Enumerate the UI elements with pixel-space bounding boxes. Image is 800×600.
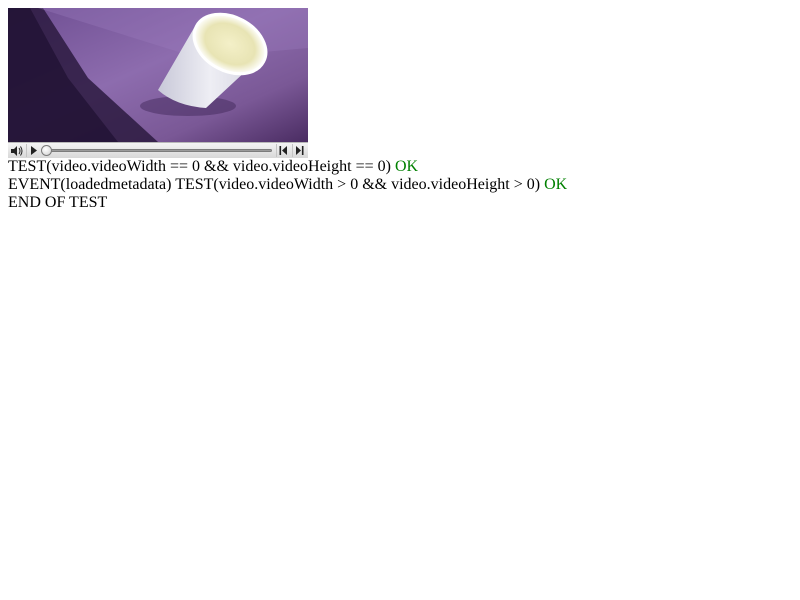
seek-forward-icon xyxy=(296,146,304,155)
timeline-track[interactable] xyxy=(42,149,272,152)
play-icon xyxy=(30,146,37,155)
log-line: TEST(video.videoWidth == 0 && video.vide… xyxy=(8,158,567,176)
seek-back-icon xyxy=(279,146,287,155)
log-line-text: TEST(video.videoWidth == 0 && video.vide… xyxy=(8,158,391,175)
video-still-image xyxy=(8,8,308,142)
status-ok: OK xyxy=(394,158,419,175)
mute-button[interactable] xyxy=(10,144,23,157)
log-line: EVENT(loadedmetadata) TEST(video.videoWi… xyxy=(8,176,567,194)
timeline-thumb[interactable] xyxy=(41,145,52,156)
speaker-icon xyxy=(10,145,22,156)
seek-back-button[interactable] xyxy=(276,144,290,157)
page: TEST(video.videoWidth == 0 && video.vide… xyxy=(0,0,800,600)
video-frame[interactable] xyxy=(8,8,308,142)
video-controls xyxy=(8,142,308,158)
log-line-text: EVENT(loadedmetadata) TEST(video.videoWi… xyxy=(8,176,541,193)
log-line-text: END OF TEST xyxy=(8,194,108,211)
video-player[interactable] xyxy=(8,8,308,158)
test-log: TEST(video.videoWidth == 0 && video.vide… xyxy=(8,158,567,212)
play-button[interactable] xyxy=(26,144,40,157)
log-line: END OF TEST xyxy=(8,194,567,212)
seek-forward-button[interactable] xyxy=(292,144,306,157)
status-ok: OK xyxy=(544,176,568,193)
